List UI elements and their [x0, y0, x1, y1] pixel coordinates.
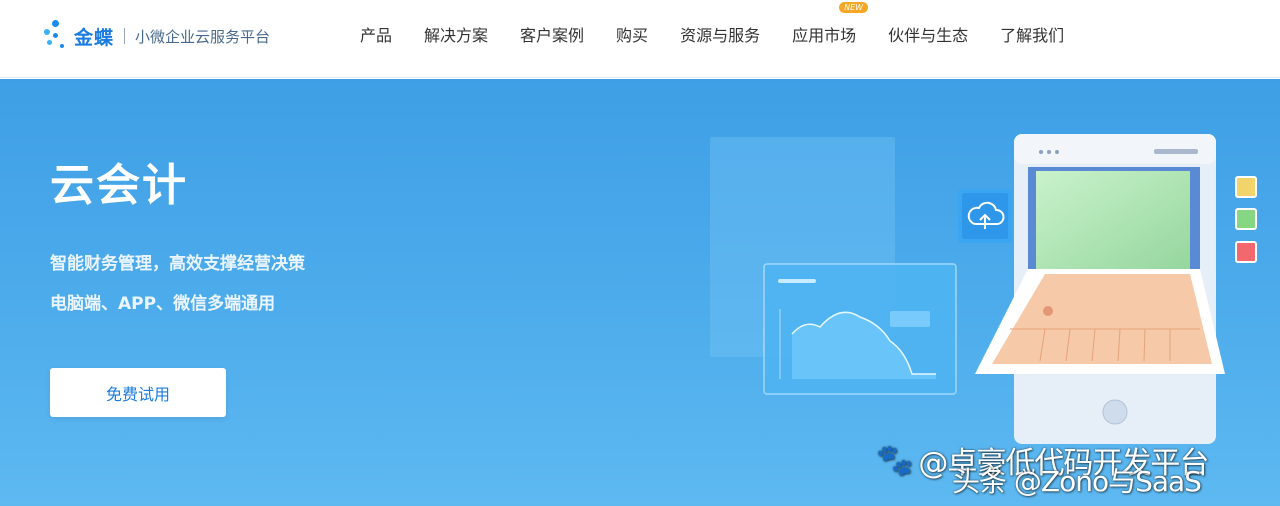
hero-platforms: 电脑端、APP、微信多端通用: [50, 294, 276, 314]
nav-item-customer-cases[interactable]: 客户案例: [520, 22, 584, 46]
nav-item-app-market[interactable]: 应用市场 NEW: [792, 2, 869, 46]
paw-icon: 🐾: [876, 442, 913, 478]
nav-item-products[interactable]: 产品: [360, 22, 392, 46]
top-nav-bar: 金蝶 小微企业云服务平台 产品 解决方案 客户案例 购买 资源与服务 应用市场 …: [0, 0, 1280, 78]
nav-item-resources-services[interactable]: 资源与服务: [680, 22, 760, 46]
nav-item-solutions[interactable]: 解决方案: [424, 22, 488, 46]
cloud-upload-icon: [958, 189, 1012, 243]
hero-title: 云会计: [50, 160, 188, 211]
yellow-square-icon: [1235, 176, 1257, 198]
invoice-card: [975, 269, 1225, 374]
chart-card: [763, 263, 957, 395]
hero-tagline: 智能财务管理，高效支撑经营决策: [50, 254, 305, 274]
nav-item-purchase[interactable]: 购买: [616, 22, 648, 46]
nav-item-partners-ecosystem[interactable]: 伙伴与生态: [888, 22, 968, 46]
watermark-text-2: 头条 @Zono与SaaS: [952, 465, 1202, 498]
brand-subtitle: 小微企业云服务平台: [135, 27, 271, 46]
brand-name: 金蝶: [74, 26, 115, 49]
kingdee-logo-icon: [44, 20, 68, 52]
nav-item-about-us[interactable]: 了解我们: [1000, 22, 1064, 46]
brand-divider: [124, 28, 126, 44]
brand-logo[interactable]: 金蝶 小微企业云服务平台: [44, 20, 270, 52]
red-square-icon: [1235, 241, 1257, 263]
hero-banner: 云会计 智能财务管理，高效支撑经营决策 电脑端、APP、微信多端通用 免费试用: [0, 79, 1280, 506]
new-badge: NEW: [839, 2, 869, 13]
free-trial-button[interactable]: 免费试用: [50, 368, 226, 417]
green-square-icon: [1235, 208, 1257, 230]
main-nav: 产品 解决方案 客户案例 购买 资源与服务 应用市场 NEW 伙伴与生态 了解我…: [360, 0, 1096, 68]
nav-item-app-market-label: 应用市场: [792, 26, 857, 45]
